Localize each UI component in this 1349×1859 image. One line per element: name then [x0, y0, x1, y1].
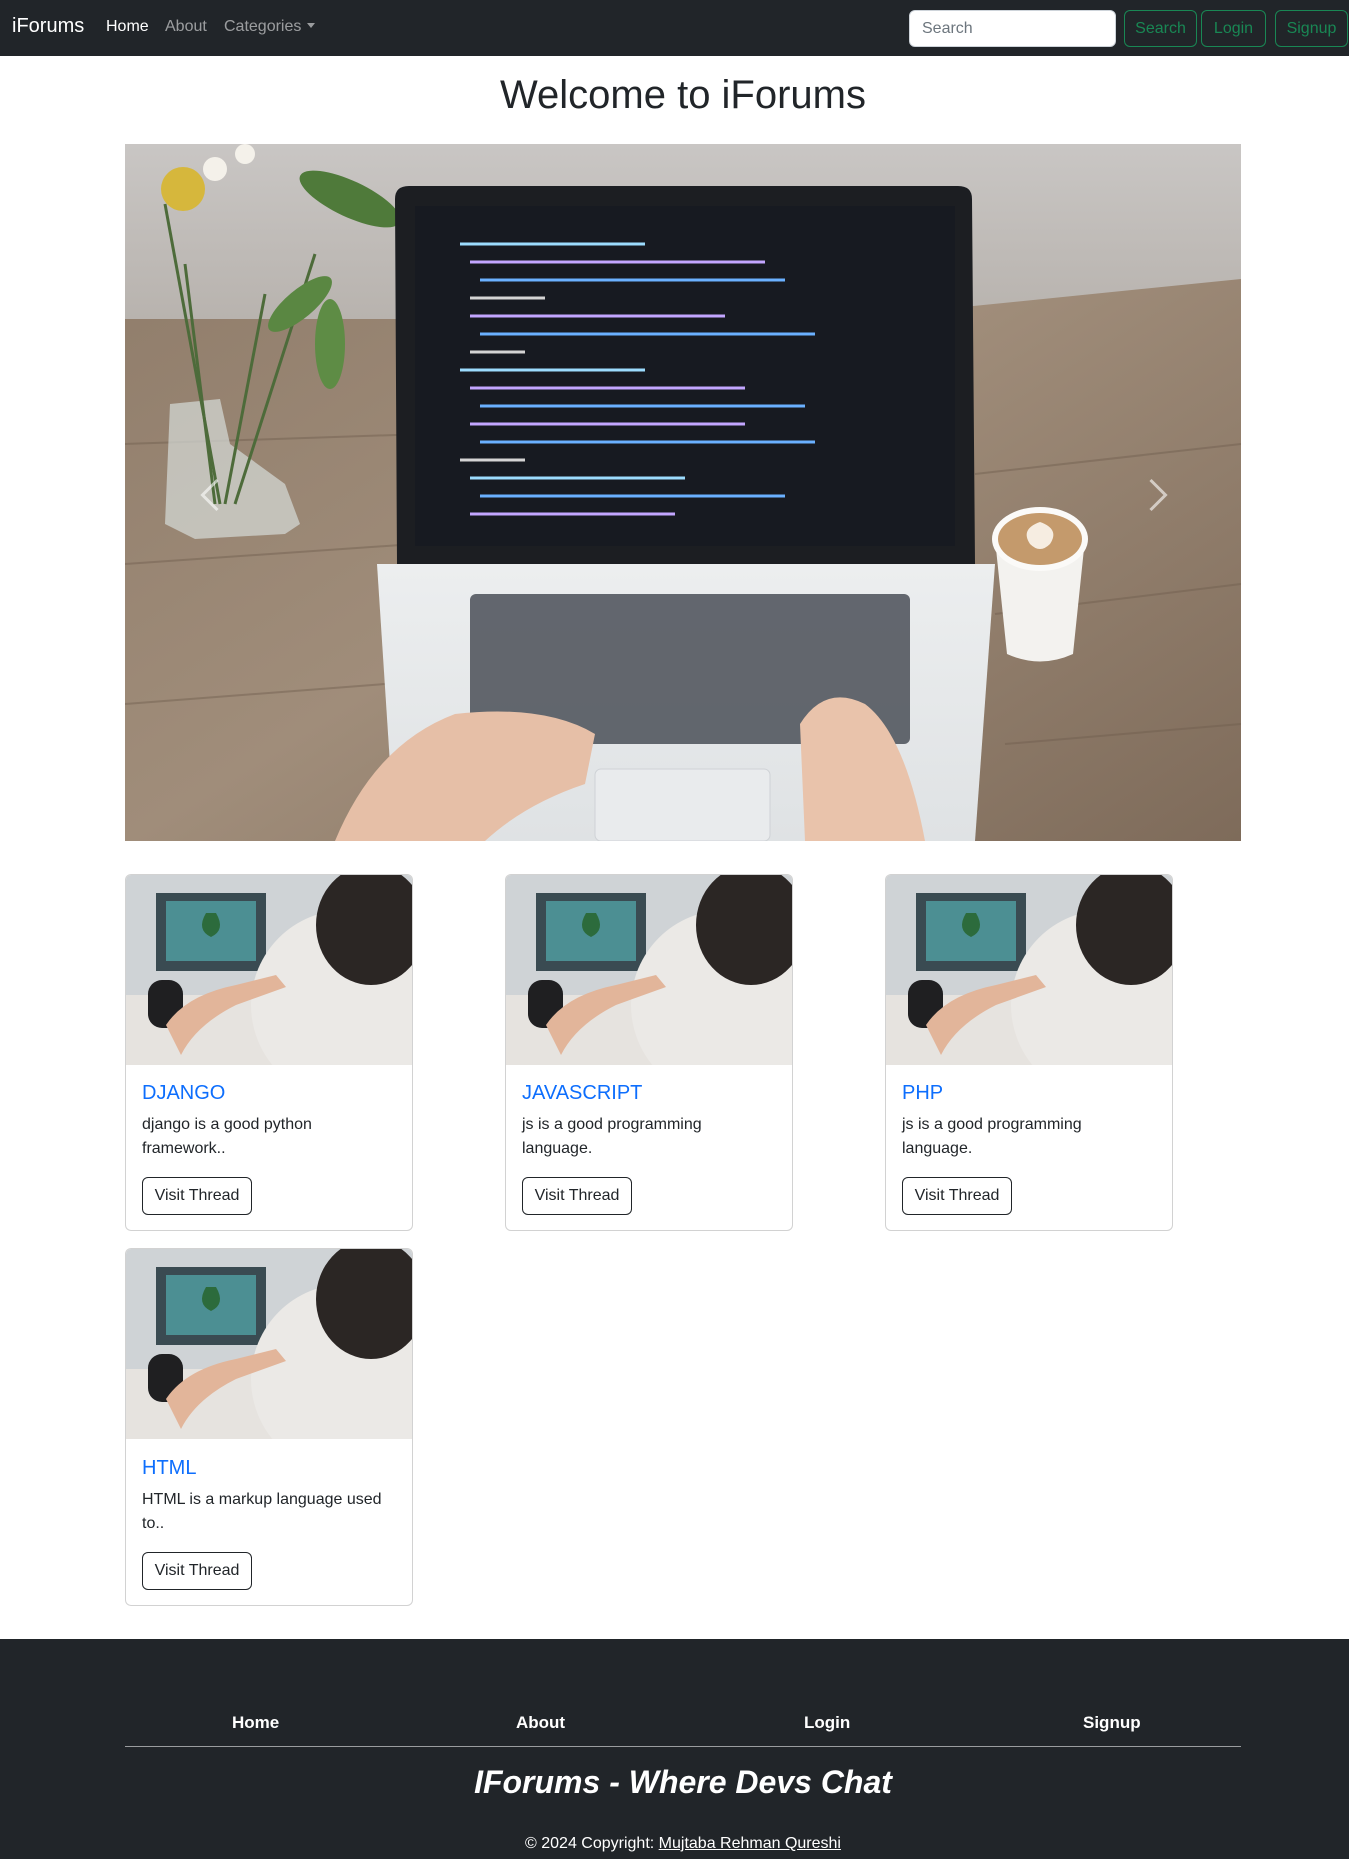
card-text: js is a good programming language.: [902, 1116, 1082, 1157]
hero-carousel[interactable]: [125, 144, 1241, 841]
footer-link-home[interactable]: Home: [232, 1713, 279, 1733]
copyright-text: © 2024 Copyright:: [525, 1835, 655, 1852]
card-text: js is a good programming language.: [522, 1116, 702, 1157]
thread-card: DJANGO django is a good python framework…: [125, 874, 413, 1231]
card-title[interactable]: DJANGO: [142, 1082, 225, 1105]
thread-card: HTML HTML is a markup language used to..…: [125, 1248, 413, 1606]
brand-logo[interactable]: iForums: [12, 15, 84, 38]
thread-card: JAVASCRIPT js is a good programming lang…: [505, 874, 793, 1231]
card-title[interactable]: JAVASCRIPT: [522, 1082, 642, 1105]
card-text: HTML is a markup language used to..: [142, 1491, 382, 1532]
hero-image: [125, 144, 1241, 841]
card-image: [506, 875, 792, 1065]
card-title[interactable]: PHP: [902, 1082, 943, 1105]
footer-divider: [125, 1746, 1241, 1747]
card-image: [126, 875, 412, 1065]
signup-button[interactable]: Signup: [1275, 10, 1348, 47]
footer-copyright: © 2024 Copyright: Mujtaba Rehman Qureshi: [0, 1835, 1349, 1853]
chevron-right-icon[interactable]: [1138, 475, 1178, 515]
navbar: iForums Home About Categories Search Log…: [0, 0, 1349, 56]
chevron-left-icon[interactable]: [190, 475, 230, 515]
visit-thread-button[interactable]: Visit Thread: [142, 1552, 252, 1590]
thread-card: PHP js is a good programming language. V…: [885, 874, 1173, 1231]
page-title: Welcome to iForums: [499, 73, 866, 117]
nav-link-about[interactable]: About: [165, 18, 207, 36]
card-image: [886, 875, 1172, 1065]
author-link[interactable]: Mujtaba Rehman Qureshi: [659, 1835, 841, 1852]
categories-label: Categories: [224, 18, 302, 35]
footer: Home About Login Signup IForums - Where …: [0, 1639, 1349, 1859]
visit-thread-button[interactable]: Visit Thread: [142, 1177, 252, 1215]
visit-thread-button[interactable]: Visit Thread: [902, 1177, 1012, 1215]
card-image: [126, 1249, 412, 1439]
card-title[interactable]: HTML: [142, 1457, 196, 1480]
nav-link-home[interactable]: Home: [106, 18, 149, 36]
footer-link-about[interactable]: About: [516, 1713, 565, 1733]
search-input[interactable]: [909, 10, 1116, 47]
card-text: django is a good python framework..: [142, 1116, 312, 1157]
nav-categories-dropdown[interactable]: Categories: [224, 18, 316, 36]
footer-link-login[interactable]: Login: [804, 1713, 850, 1733]
visit-thread-button[interactable]: Visit Thread: [522, 1177, 632, 1215]
caret-down-icon: [307, 23, 316, 28]
footer-link-signup[interactable]: Signup: [1083, 1713, 1141, 1733]
login-button[interactable]: Login: [1201, 10, 1266, 47]
search-button[interactable]: Search: [1124, 10, 1197, 47]
footer-tagline: IForums - Where Devs Chat: [474, 1764, 892, 1800]
